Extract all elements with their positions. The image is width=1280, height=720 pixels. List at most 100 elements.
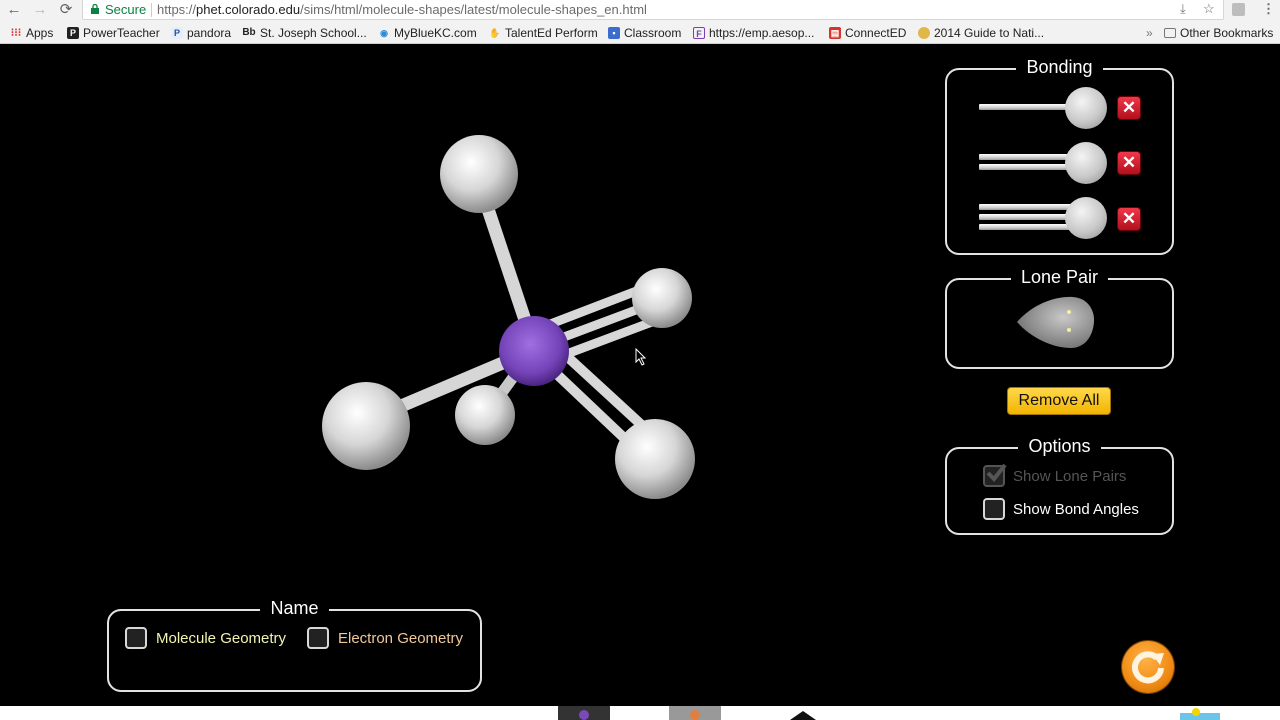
molecule-geometry-label: Molecule Geometry <box>156 630 287 647</box>
connected-icon: ▤ <box>829 27 841 39</box>
triple-bond-source[interactable] <box>979 197 1107 239</box>
other-bookmarks-folder[interactable]: Other Bookmarks <box>1164 26 1273 40</box>
close-icon: ✕ <box>1121 153 1137 172</box>
real-molecules-screen-icon <box>690 710 700 720</box>
folder-icon <box>1164 28 1176 38</box>
atom-ball-icon <box>1065 197 1107 239</box>
bookmark-st-joseph[interactable]: Bb St. Joseph School... <box>242 26 366 40</box>
back-button[interactable]: ← <box>4 1 24 21</box>
lone-pair-panel: Lone Pair <box>945 267 1174 369</box>
show-bond-angles-checkbox[interactable] <box>983 498 1005 520</box>
show-lone-pairs-checkbox[interactable] <box>983 463 1007 487</box>
name-panel: Name Molecule Geometry Electron Geometry <box>107 598 482 692</box>
blackboard-icon: Bb <box>242 27 256 38</box>
central-atom[interactable] <box>499 316 569 386</box>
bookmark-star-icon[interactable]: ☆ <box>1203 1 1215 17</box>
atom-ball-icon <box>1065 87 1107 129</box>
reload-button[interactable]: ⟳ <box>56 1 76 21</box>
bookmark-label: Classroom <box>624 26 682 40</box>
chevron-double-right-icon: » <box>1146 26 1153 40</box>
bookmark-label: pandora <box>187 26 232 40</box>
atom-left[interactable] <box>322 382 410 470</box>
menu-kebab-icon[interactable]: ⋮ <box>1262 1 1275 17</box>
bookmark-mybluekc[interactable]: ◉ MyBlueKC.com <box>378 26 477 40</box>
bookmark-label: PowerTeacher <box>83 26 160 40</box>
atom-lower-right[interactable] <box>615 419 695 499</box>
atom-top[interactable] <box>440 135 518 213</box>
screen-tab-real-molecules[interactable] <box>669 706 721 720</box>
download-blocked-icon[interactable]: ⤓ <box>1180 1 1186 17</box>
mouse-cursor-icon <box>635 348 647 366</box>
home-icon[interactable] <box>790 711 816 720</box>
bookmark-label: Other Bookmarks <box>1180 26 1274 40</box>
bond-line <box>979 224 1079 230</box>
bookmark-classroom[interactable]: ▪ Classroom <box>608 26 681 40</box>
bookmark-apps[interactable]: ⁝⁝⁝ Apps <box>10 26 54 40</box>
powerteacher-icon: P <box>67 27 79 39</box>
atom-ball-icon <box>1065 142 1107 184</box>
url-scheme: https:// <box>157 2 197 17</box>
url-path: /sims/html/molecule-shapes/latest/molecu… <box>300 2 647 17</box>
show-bond-angles-label: Show Bond Angles <box>1013 501 1139 518</box>
bookmarks-bar: ⁝⁝⁝ Apps P PowerTeacher Ppandora Bb St. Jos… <box>0 22 1280 44</box>
bonding-panel-title: Bonding <box>1016 57 1103 77</box>
bookmarks-overflow-button[interactable]: » <box>1146 26 1153 40</box>
name-panel-title: Name <box>260 598 329 618</box>
sim-navbar <box>0 706 1280 720</box>
bookmark-aesop[interactable]: Fhttps://emp.aesop... <box>693 26 814 40</box>
options-panel-title: Options <box>1018 436 1101 456</box>
double-bond-source[interactable] <box>979 142 1107 184</box>
pandora-icon: P <box>171 27 183 39</box>
remove-triple-bond-button[interactable]: ✕ <box>1117 207 1141 231</box>
single-bond-source[interactable] <box>979 87 1107 129</box>
bond-line <box>979 204 1079 210</box>
bond-line <box>979 164 1079 170</box>
atom-right[interactable] <box>632 268 692 328</box>
lone-pair-source-icon[interactable] <box>1015 294 1095 350</box>
bookmark-label: 2014 Guide to Nati... <box>934 26 1045 40</box>
reset-all-icon <box>1132 651 1164 684</box>
reload-icon: ⟳ <box>59 1 73 18</box>
remove-double-bond-button[interactable]: ✕ <box>1117 151 1141 175</box>
url-text[interactable]: https://phet.colorado.edu/sims/html/mole… <box>157 2 647 17</box>
bookmark-connected[interactable]: ▤ ConnectED <box>829 26 906 40</box>
molecule-view[interactable] <box>0 45 900 605</box>
bookmark-pandora[interactable]: Ppandora <box>171 26 231 40</box>
remove-all-button[interactable]: Remove All <box>1007 387 1111 415</box>
forward-button[interactable]: → <box>30 1 50 21</box>
phet-logo[interactable] <box>1180 713 1220 720</box>
electron-geometry-label: Electron Geometry <box>338 630 464 647</box>
lone-pair-panel-title: Lone Pair <box>1010 267 1109 287</box>
forward-arrow-icon: → <box>32 1 48 18</box>
guide-icon <box>918 27 930 39</box>
electron-geometry-checkbox[interactable] <box>307 627 329 649</box>
talented-icon: ✋ <box>489 28 501 38</box>
bookmark-guide[interactable]: 2014 Guide to Nati... <box>918 26 1044 40</box>
sim-stage: Bonding ✕ ✕ ✕ Lone Pair Remove All Optio… <box>0 45 1280 706</box>
close-icon: ✕ <box>1121 98 1137 117</box>
bookmark-talented[interactable]: ✋ TalentEd Perform <box>489 26 597 40</box>
apps-grid-icon: ⁝⁝⁝ <box>10 27 22 39</box>
remove-single-bond-button[interactable]: ✕ <box>1117 96 1141 120</box>
model-screen-icon <box>579 710 589 720</box>
bluekc-icon: ◉ <box>380 28 388 38</box>
show-lone-pairs-label: Show Lone Pairs <box>1013 468 1127 485</box>
bookmark-label: https://emp.aesop... <box>709 26 815 40</box>
omnibox-separator <box>151 3 152 17</box>
bookmark-powerteacher[interactable]: P PowerTeacher <box>67 26 160 40</box>
bookmark-label: Apps <box>26 26 54 40</box>
bond-line <box>979 214 1079 220</box>
reset-all-button[interactable] <box>1122 641 1174 693</box>
molecule-geometry-checkbox[interactable] <box>125 627 147 649</box>
options-panel: Options Show Lone Pairs Show Bond Angles <box>945 436 1174 535</box>
screen-tab-model[interactable] <box>558 706 610 720</box>
close-icon: ✕ <box>1121 209 1137 228</box>
aesop-icon: F <box>693 27 705 39</box>
atom-back[interactable] <box>455 385 515 445</box>
checkmark-icon <box>986 463 1007 483</box>
address-bar[interactable]: Secure https://phet.colorado.edu/sims/ht… <box>82 0 1224 20</box>
back-arrow-icon: ← <box>6 1 22 18</box>
url-host: phet.colorado.edu <box>196 2 301 17</box>
extension-icon[interactable] <box>1232 3 1245 16</box>
bond-line <box>979 104 1079 110</box>
